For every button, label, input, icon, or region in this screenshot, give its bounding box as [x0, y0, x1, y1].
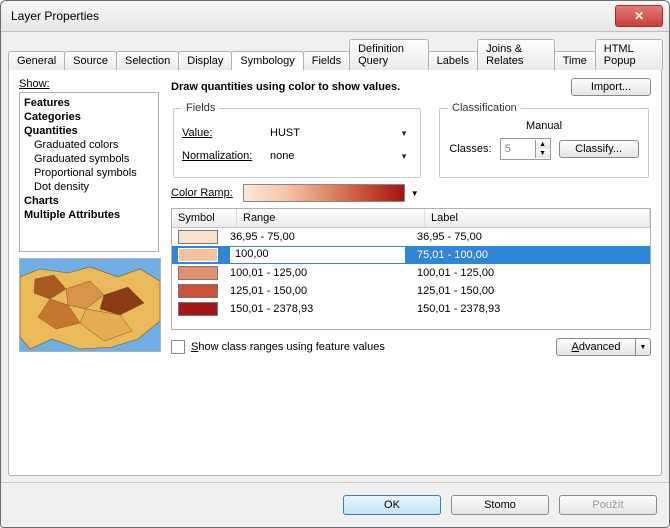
show-ranges-label: Show class ranges using feature values: [191, 341, 385, 353]
panel-heading: Draw quantities using color to show valu…: [171, 81, 571, 93]
dialog-body: GeneralSourceSelectionDisplaySymbologyFi…: [1, 32, 669, 482]
table-row[interactable]: 36,95 - 75,0036,95 - 75,00: [172, 228, 650, 246]
color-ramp-combo[interactable]: ▼: [243, 184, 419, 202]
tree-proportional-symbols[interactable]: Proportional symbols: [24, 166, 154, 180]
chevron-down-icon[interactable]: ▼: [636, 338, 651, 356]
classification-legend: Classification: [448, 102, 521, 114]
range-cell[interactable]: 36,95 - 75,00: [224, 231, 411, 243]
tree-graduated-symbols[interactable]: Graduated symbols: [24, 152, 154, 166]
tab-display[interactable]: Display: [178, 51, 232, 70]
table-row[interactable]: 100,01 - 125,00100,01 - 125,00: [172, 264, 650, 282]
close-button[interactable]: ✕: [615, 5, 663, 27]
color-ramp-swatch: [243, 184, 405, 202]
chevron-down-icon: ▼: [400, 129, 408, 138]
ok-button[interactable]: OK: [343, 495, 441, 515]
grid-header: Symbol Range Label: [172, 209, 650, 228]
range-cell[interactable]: 100,01 - 125,00: [224, 267, 411, 279]
classes-label: Classes:: [449, 143, 491, 155]
label-cell[interactable]: 100,01 - 125,00: [411, 267, 650, 279]
tab-fields[interactable]: Fields: [303, 51, 350, 70]
classify-button[interactable]: Classify...: [559, 140, 639, 158]
show-ranges-checkbox[interactable]: [171, 340, 185, 354]
spinner-up-icon[interactable]: ▲: [535, 140, 550, 149]
tree-quantities[interactable]: Quantities: [24, 124, 154, 138]
value-combo[interactable]: HUST ▼: [266, 123, 412, 143]
tab-symbology[interactable]: Symbology: [231, 51, 303, 70]
dialog-footer: OK Stomo Použít: [1, 482, 669, 527]
close-icon: ✕: [634, 10, 644, 22]
tab-source[interactable]: Source: [64, 51, 117, 70]
normalization-combo-text: none: [270, 150, 390, 162]
fields-group: Fields Value: HUST ▼ Normalization:: [173, 102, 421, 178]
class-grid[interactable]: Symbol Range Label 36,95 - 75,0036,95 - …: [171, 208, 651, 330]
layer-properties-dialog: Layer Properties ✕ GeneralSourceSelectio…: [0, 0, 670, 528]
tree-graduated-colors[interactable]: Graduated colors: [24, 138, 154, 152]
grid-body: 36,95 - 75,0036,95 - 75,00100,0075,01 - …: [172, 228, 650, 318]
tab-page-symbology: Show: Features Categories Quantities Gra…: [8, 69, 662, 476]
normalization-combo[interactable]: none ▼: [266, 146, 412, 166]
window-title: Layer Properties: [11, 9, 615, 23]
label-cell[interactable]: 75,01 - 100,00: [411, 249, 650, 261]
classification-group: Classification Manual Classes: 5 ▲ ▼: [439, 102, 649, 178]
classes-value: 5: [501, 143, 535, 155]
tree-multiple-attributes[interactable]: Multiple Attributes: [24, 208, 154, 222]
value-combo-text: HUST: [270, 127, 390, 139]
col-range[interactable]: Range: [237, 209, 425, 227]
range-cell[interactable]: 150,01 - 2378,93: [224, 303, 411, 315]
color-ramp-label: Color Ramp:: [171, 187, 233, 199]
classes-spinner[interactable]: 5 ▲ ▼: [500, 138, 551, 160]
show-tree[interactable]: Features Categories Quantities Graduated…: [19, 92, 159, 252]
symbol-swatch[interactable]: [178, 284, 218, 298]
chevron-down-icon: ▼: [411, 189, 419, 198]
tab-general[interactable]: General: [8, 51, 65, 70]
show-label: Show:: [19, 78, 159, 90]
tree-charts[interactable]: Charts: [24, 194, 154, 208]
table-row[interactable]: 100,00 75,01 - 100,00: [172, 246, 650, 264]
classification-method: Manual: [448, 120, 640, 132]
chevron-down-icon: ▼: [400, 152, 408, 161]
label-cell[interactable]: 36,95 - 75,00: [411, 231, 650, 243]
apply-button[interactable]: Použít: [559, 495, 657, 515]
table-row[interactable]: 150,01 - 2378,93150,01 - 2378,93: [172, 300, 650, 318]
fields-legend: Fields: [182, 102, 219, 114]
preview-map: [20, 259, 160, 351]
tab-definition-query[interactable]: Definition Query: [349, 39, 429, 70]
spinner-down-icon[interactable]: ▼: [535, 149, 550, 158]
symbol-swatch[interactable]: [178, 302, 218, 316]
tabstrip: GeneralSourceSelectionDisplaySymbologyFi…: [8, 38, 662, 69]
import-button[interactable]: Import...: [571, 78, 651, 96]
table-row[interactable]: 125,01 - 150,00125,01 - 150,00: [172, 282, 650, 300]
advanced-button[interactable]: Advanced ▼: [556, 338, 651, 356]
symbol-swatch[interactable]: [178, 266, 218, 280]
range-input[interactable]: 100,00: [230, 247, 405, 263]
value-label: Value:: [182, 127, 260, 139]
range-cell[interactable]: 100,00: [224, 247, 411, 263]
col-symbol[interactable]: Symbol: [172, 209, 237, 227]
tree-features[interactable]: Features: [24, 96, 154, 110]
tab-joins-relates[interactable]: Joins & Relates: [477, 39, 555, 70]
tab-labels[interactable]: Labels: [428, 51, 478, 70]
tab-time[interactable]: Time: [554, 51, 596, 70]
range-cell[interactable]: 125,01 - 150,00: [224, 285, 411, 297]
cancel-button[interactable]: Stomo: [451, 495, 549, 515]
symbol-swatch[interactable]: [178, 248, 218, 262]
symbol-swatch[interactable]: [178, 230, 218, 244]
tree-dot-density[interactable]: Dot density: [24, 180, 154, 194]
layer-preview: [19, 258, 161, 352]
col-label[interactable]: Label: [425, 209, 650, 227]
tab-html-popup[interactable]: HTML Popup: [595, 39, 663, 70]
label-cell[interactable]: 125,01 - 150,00: [411, 285, 650, 297]
titlebar[interactable]: Layer Properties ✕: [1, 1, 669, 32]
tab-selection[interactable]: Selection: [116, 51, 179, 70]
tree-categories[interactable]: Categories: [24, 110, 154, 124]
normalization-label: Normalization:: [182, 150, 260, 162]
label-cell[interactable]: 150,01 - 2378,93: [411, 303, 650, 315]
